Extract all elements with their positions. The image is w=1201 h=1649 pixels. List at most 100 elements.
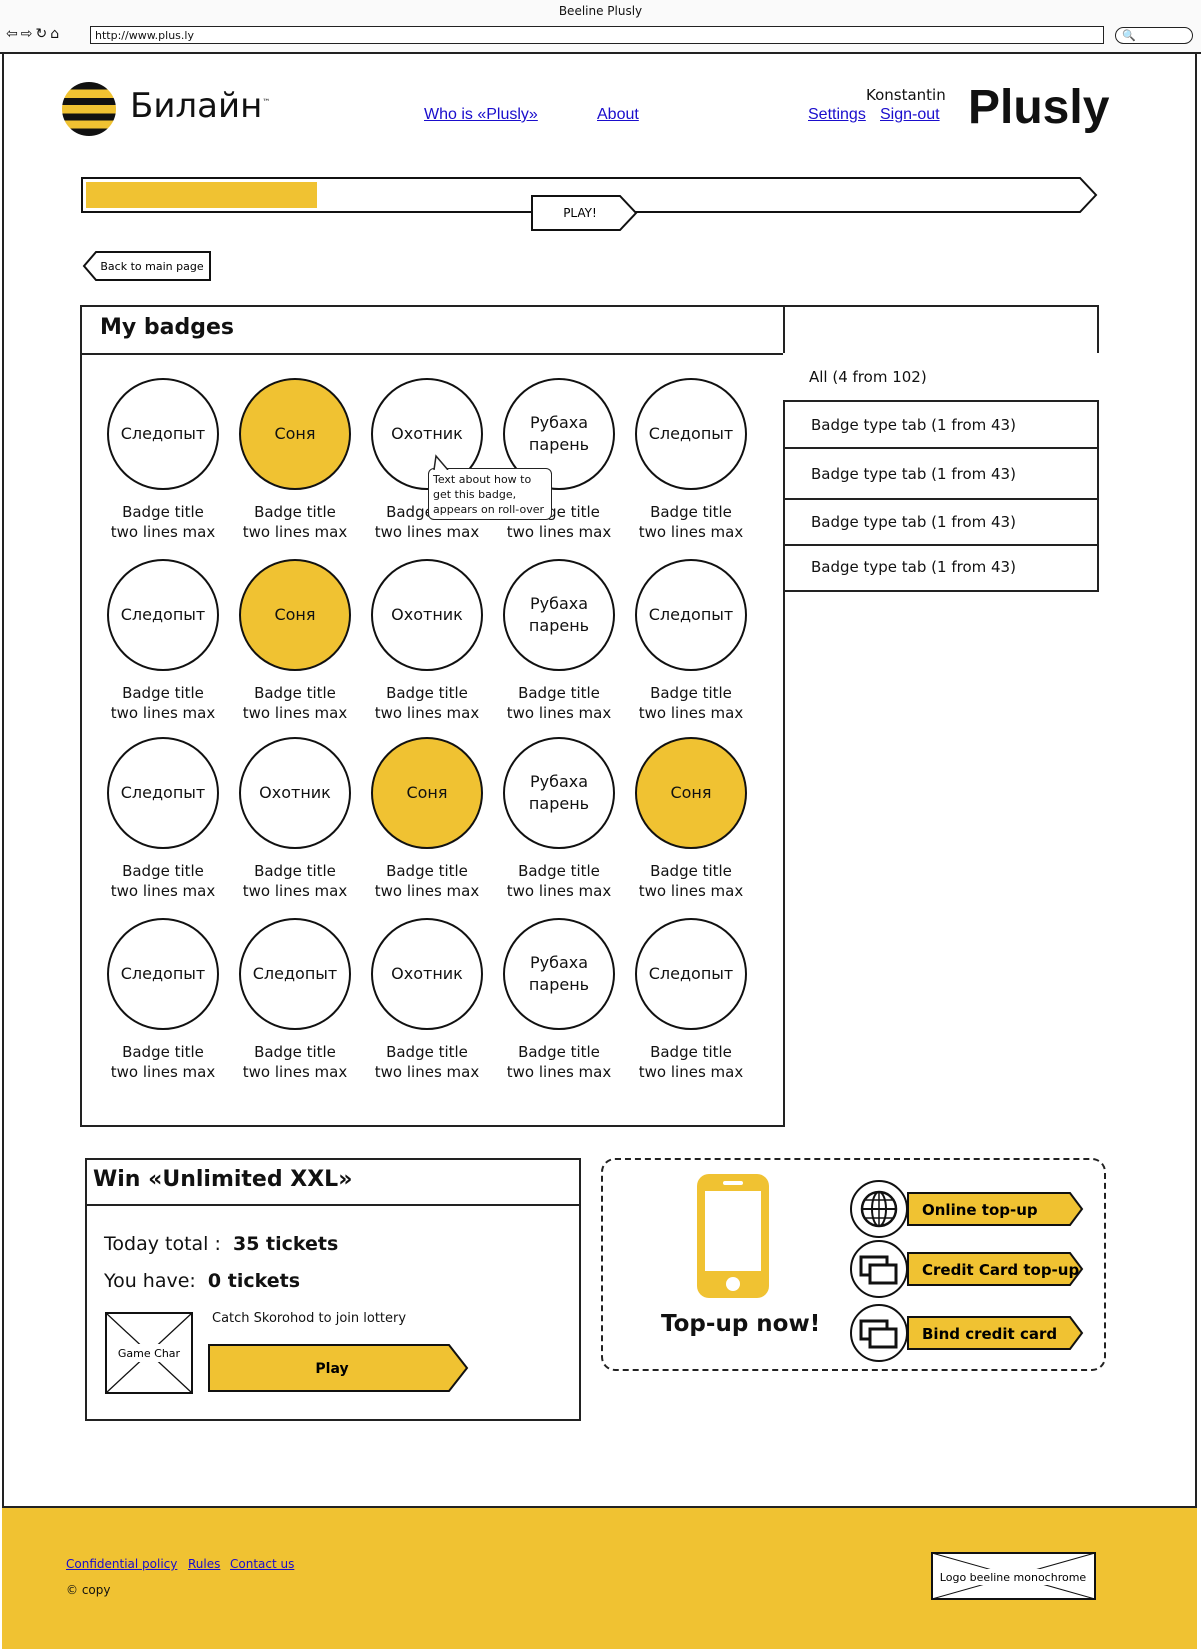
badge-circle[interactable]: Охотник bbox=[239, 737, 351, 849]
badge-item[interactable]: Рубаха парень Badge title two lines max bbox=[503, 737, 615, 901]
badge-title: Badge title two lines max bbox=[503, 683, 615, 723]
badge-circle[interactable]: Соня bbox=[371, 737, 483, 849]
topup-title: Top-up now! bbox=[661, 1311, 821, 1337]
tab-badge-type[interactable]: Badge type tab (1 from 43) bbox=[783, 546, 1099, 592]
badge-item[interactable]: Следопыт Badge title two lines max bbox=[635, 559, 747, 723]
online-topup-button[interactable]: Online top-up bbox=[848, 1180, 1084, 1238]
badge-circle[interactable]: Соня bbox=[635, 737, 747, 849]
badge-item[interactable]: Следопыт Badge title two lines max bbox=[107, 559, 219, 723]
badge-circle[interactable]: Соня bbox=[239, 559, 351, 671]
tab-badge-type[interactable]: Badge type tab (1 from 43) bbox=[783, 449, 1099, 500]
tooltip-pointer bbox=[433, 454, 449, 470]
badge-title-line2: two lines max bbox=[638, 1063, 744, 1081]
nav-link-about[interactable]: About bbox=[597, 106, 639, 124]
window-title: Beeline Plusly bbox=[558, 4, 643, 18]
back-label: Back to main page bbox=[100, 260, 203, 273]
badge-title-line1: Badge title bbox=[518, 862, 600, 880]
badge-item[interactable]: Охотник Badge title two lines max bbox=[371, 559, 483, 723]
brand-title: Plusly bbox=[968, 81, 1110, 134]
badge-title-line1: Badge title bbox=[386, 1043, 468, 1061]
badge-item[interactable]: Следопыт Badge title two lines max bbox=[107, 378, 219, 542]
badge-item[interactable]: Рубаха парень Badge title two lines max bbox=[503, 918, 615, 1082]
badge-title-line2: two lines max bbox=[506, 523, 612, 541]
badge-circle[interactable]: Следопыт bbox=[635, 378, 747, 490]
footer-link-confidential-policy[interactable]: Confidential policy bbox=[66, 1557, 177, 1571]
badge-item[interactable]: Охотник Badge title two lines max bbox=[239, 737, 351, 901]
badge-circle[interactable]: Следопыт bbox=[635, 918, 747, 1030]
badge-title: Badge title two lines max bbox=[635, 683, 747, 723]
badge-circle[interactable]: Охотник bbox=[371, 559, 483, 671]
badge-item[interactable]: Рубаха парень Badge title two lines max bbox=[503, 559, 615, 723]
badge-item[interactable]: Соня Badge title two lines max bbox=[239, 559, 351, 723]
beeline-logo-icon[interactable] bbox=[62, 82, 116, 136]
progress-fill bbox=[86, 182, 317, 208]
badge-title-line1: Badge title bbox=[122, 862, 204, 880]
back-arrow-icon[interactable]: ⇦ bbox=[6, 26, 21, 42]
badge-title-line2: two lines max bbox=[242, 704, 348, 722]
badge-item[interactable]: Следопыт Badge title two lines max bbox=[107, 737, 219, 901]
badge-title-line2: two lines max bbox=[638, 523, 744, 541]
signout-link[interactable]: Sign-out bbox=[880, 106, 940, 124]
nav-link-who-is-plusly[interactable]: Who is «Plusly» bbox=[424, 106, 538, 124]
trademark-mark: ™ bbox=[262, 97, 271, 107]
online-topup-label: Online top-up bbox=[922, 1201, 1038, 1219]
badge-circle[interactable]: Следопыт bbox=[107, 918, 219, 1030]
badge-title-line2: two lines max bbox=[110, 704, 216, 722]
bind-credit-card-button[interactable]: Bind credit card bbox=[848, 1304, 1084, 1362]
badge-title-line2: two lines max bbox=[506, 704, 612, 722]
browser-search-field[interactable]: 🔍 bbox=[1115, 27, 1193, 44]
forward-arrow-icon[interactable]: ⇨ bbox=[21, 26, 36, 42]
beeline-logo-text[interactable]: Билайн™ bbox=[130, 86, 270, 126]
badge-item[interactable]: Соня Badge title two lines max bbox=[239, 378, 351, 542]
user-name: Konstantin bbox=[866, 86, 946, 104]
badge-item[interactable]: Соня Badge title two lines max bbox=[635, 737, 747, 901]
copyright: © copy bbox=[66, 1583, 111, 1597]
home-icon[interactable]: ⌂ bbox=[50, 26, 62, 42]
badge-circle[interactable]: Охотник bbox=[371, 918, 483, 1030]
play-chip-button[interactable]: PLAY! bbox=[530, 194, 638, 232]
reload-icon[interactable]: ↻ bbox=[35, 26, 50, 42]
badge-item[interactable]: Охотник Badge title two lines max bbox=[371, 918, 483, 1082]
settings-link[interactable]: Settings bbox=[808, 106, 866, 124]
badge-title-line1: Badge title bbox=[254, 1043, 336, 1061]
badge-circle[interactable]: Рубаха парень bbox=[503, 737, 615, 849]
badge-circle[interactable]: Соня bbox=[239, 378, 351, 490]
badge-circle[interactable]: Рубаха парень bbox=[503, 918, 615, 1030]
badge-title: Badge title two lines max bbox=[635, 502, 747, 542]
badge-title-line2: two lines max bbox=[506, 1063, 612, 1081]
address-bar[interactable]: http://www.plus.ly bbox=[90, 26, 1104, 44]
badge-circle[interactable]: Следопыт bbox=[107, 559, 219, 671]
badge-title: Badge title two lines max bbox=[107, 502, 219, 542]
badge-circle[interactable]: Следопыт bbox=[107, 378, 219, 490]
badge-title: Badge title two lines max bbox=[107, 1042, 219, 1082]
badge-item[interactable]: Следопыт Badge title two lines max bbox=[635, 918, 747, 1082]
badge-circle[interactable]: Рубаха парень bbox=[503, 559, 615, 671]
footer-link-contact-us[interactable]: Contact us bbox=[230, 1557, 294, 1571]
badge-title: Badge title two lines max bbox=[371, 861, 483, 901]
badge-item[interactable]: Следопыт Badge title two lines max bbox=[107, 918, 219, 1082]
badge-item[interactable]: Следопыт Badge title two lines max bbox=[635, 378, 747, 542]
you-have-label: You have: bbox=[104, 1270, 196, 1292]
badge-circle[interactable]: Следопыт bbox=[239, 918, 351, 1030]
badge-circle[interactable]: Следопыт bbox=[635, 559, 747, 671]
footer-link-rules[interactable]: Rules bbox=[188, 1557, 220, 1571]
badge-title-line1: Badge title bbox=[518, 684, 600, 702]
tab-all[interactable]: All (4 from 102) bbox=[783, 353, 1099, 402]
tab-badge-type[interactable]: Badge type tab (1 from 43) bbox=[783, 500, 1099, 546]
credit-card-topup-button[interactable]: Credit Card top-up bbox=[848, 1240, 1084, 1298]
badge-item[interactable]: Соня Badge title two lines max bbox=[371, 737, 483, 901]
lottery-play-button[interactable]: Play bbox=[207, 1343, 469, 1393]
badge-title-line2: two lines max bbox=[374, 704, 480, 722]
badge-title-line1: Badge title bbox=[386, 862, 468, 880]
catch-text: Catch Skorohod to join lottery bbox=[212, 1311, 407, 1326]
tab-badge-type[interactable]: Badge type tab (1 from 43) bbox=[783, 400, 1099, 449]
badge-circle[interactable]: Следопыт bbox=[107, 737, 219, 849]
badges-title: My badges bbox=[100, 315, 234, 340]
back-to-main-button[interactable]: Back to main page bbox=[82, 250, 212, 282]
badge-title-line2: two lines max bbox=[638, 704, 744, 722]
badge-title: Badge title two lines max bbox=[239, 502, 351, 542]
badge-title: Badge title two lines max bbox=[503, 861, 615, 901]
badge-title: Badge title two lines max bbox=[635, 861, 747, 901]
ticket-info: Today total : 35 tickets You have: 0 tic… bbox=[104, 1226, 338, 1300]
badge-item[interactable]: Следопыт Badge title two lines max bbox=[239, 918, 351, 1082]
